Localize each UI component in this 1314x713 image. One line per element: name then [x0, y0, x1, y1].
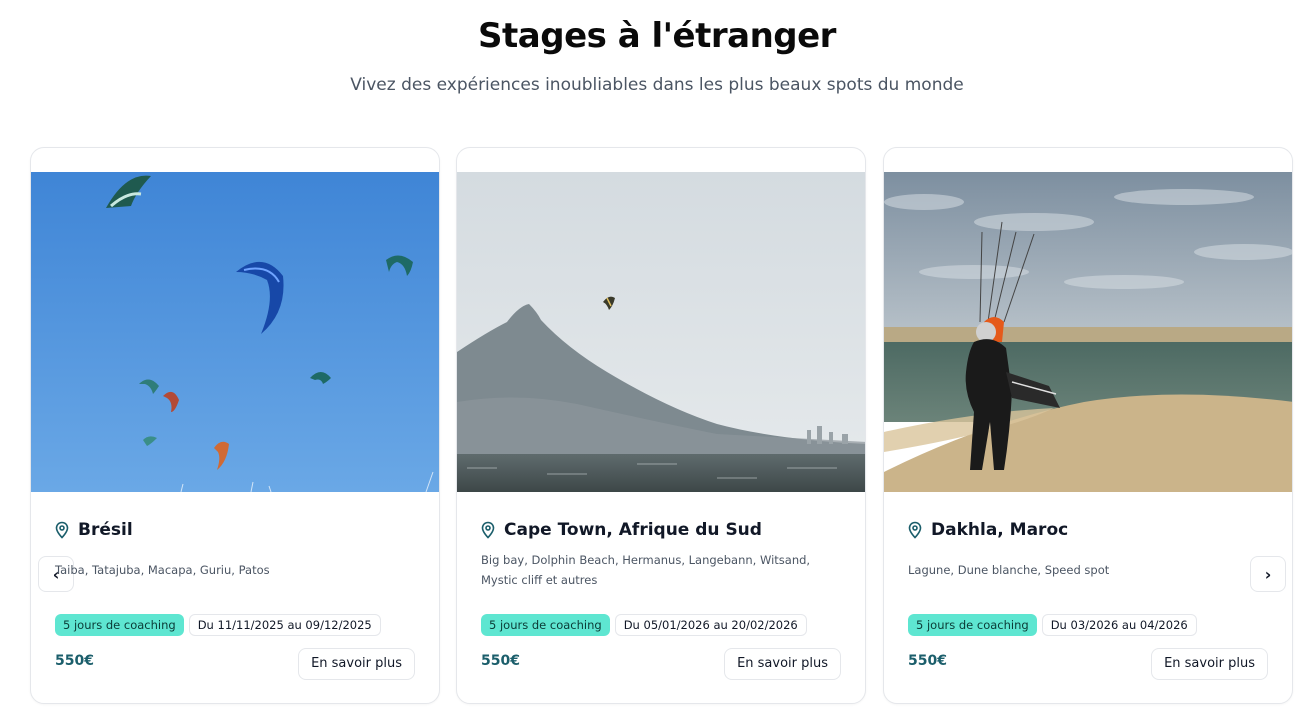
trip-price: 550€ — [908, 653, 947, 669]
map-pin-icon — [908, 521, 922, 539]
trip-badges: 5 jours de coaching Du 11/11/2025 au 09/… — [55, 614, 381, 636]
trip-location: Cape Town, Afrique du Sud — [480, 520, 762, 540]
trip-spots: Big bay, Dolphin Beach, Hermanus, Langeb… — [481, 553, 811, 587]
learn-more-button[interactable]: En savoir plus — [724, 648, 841, 680]
trip-photo-kites — [31, 172, 439, 492]
trip-badges: 5 jours de coaching Du 05/01/2026 au 20/… — [481, 614, 807, 636]
page-title: Stages à l'étranger — [478, 16, 836, 56]
date-badge: Du 03/2026 au 04/2026 — [1041, 614, 1197, 636]
trip-badges: 5 jours de coaching Du 03/2026 au 04/202… — [908, 614, 1197, 636]
page-subtitle: Vivez des expériences inoubliables dans … — [350, 75, 964, 95]
trip-photo-table-mountain — [457, 172, 865, 492]
coaching-badge: 5 jours de coaching — [55, 614, 184, 636]
trip-card-cape-town: Cape Town, Afrique du Sud Big bay, Dolph… — [456, 147, 866, 704]
trip-spots: Taiba, Tatajuba, Macapa, Guriu, Patos — [55, 563, 270, 577]
trip-card-dakhla: › Dakhla, Maroc Lagune, Dune blanche, Sp… — [883, 147, 1293, 704]
date-badge: Du 11/11/2025 au 09/12/2025 — [188, 614, 381, 636]
trip-location-name: Brésil — [78, 520, 133, 540]
trip-location-name: Cape Town, Afrique du Sud — [504, 520, 762, 540]
coaching-badge: 5 jours de coaching — [908, 614, 1037, 636]
trip-location: Dakhla, Maroc — [907, 520, 1068, 540]
coaching-badge: 5 jours de coaching — [481, 614, 610, 636]
trip-location: Brésil — [54, 520, 133, 540]
trip-spots: Lagune, Dune blanche, Speed spot — [908, 563, 1110, 577]
trip-location-name: Dakhla, Maroc — [931, 520, 1069, 540]
trip-price: 550€ — [55, 653, 94, 669]
trip-card-bresil: ‹ Brésil Taiba, Tatajuba, Macapa, Guriu,… — [30, 147, 440, 704]
trip-price: 550€ — [481, 653, 520, 669]
map-pin-icon — [481, 521, 495, 539]
learn-more-button[interactable]: En savoir plus — [1151, 648, 1268, 680]
date-badge: Du 05/01/2026 au 20/02/2026 — [614, 614, 807, 636]
map-pin-icon — [55, 521, 69, 539]
learn-more-button[interactable]: En savoir plus — [298, 648, 415, 680]
trip-photo-dakhla — [884, 172, 1292, 492]
